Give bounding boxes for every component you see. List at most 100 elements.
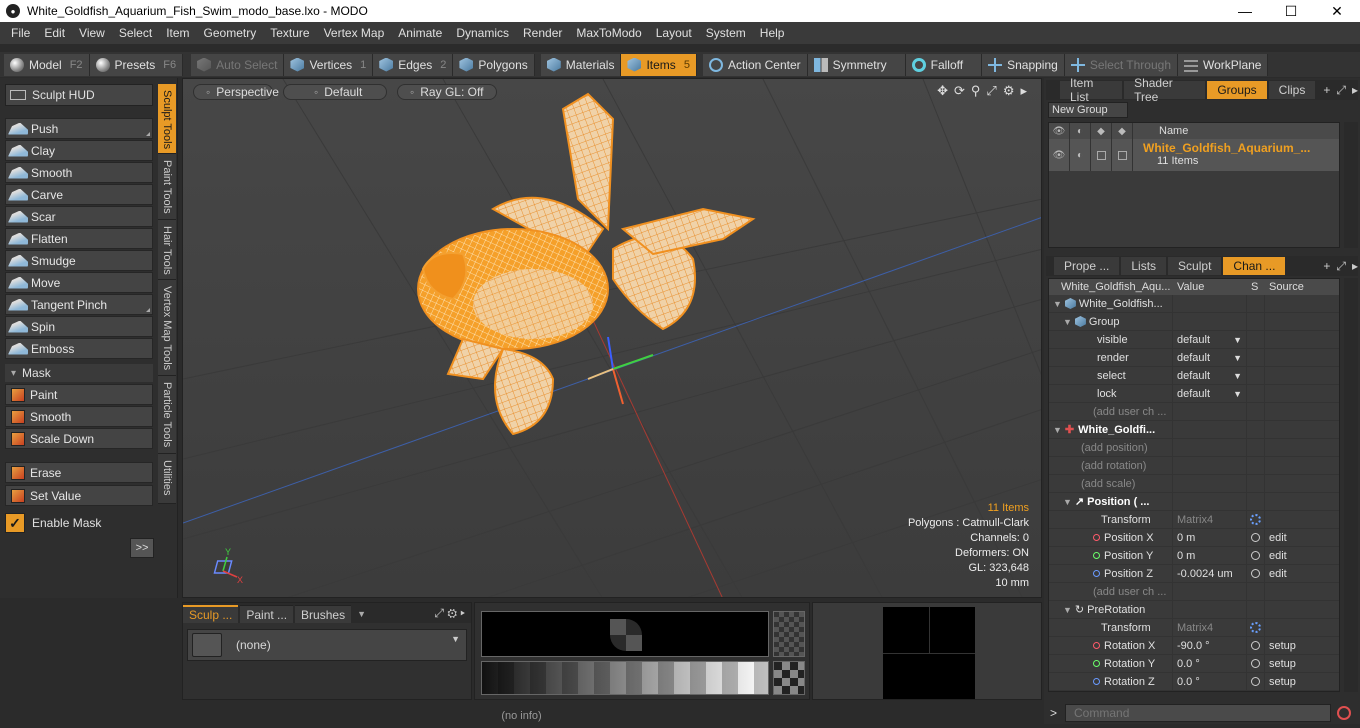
command-history-icon[interactable]	[1337, 706, 1352, 720]
mask-scale-down-button[interactable]: Scale Down	[5, 428, 153, 449]
tab-item-list[interactable]: Item List	[1060, 76, 1123, 104]
mask-smooth-button[interactable]: Smooth	[5, 406, 153, 427]
tool-smooth[interactable]: Smooth	[5, 162, 153, 183]
table-row[interactable]: Transform Matrix4	[1049, 510, 1339, 529]
maximize-button[interactable]: ☐	[1268, 0, 1314, 22]
falloff-button[interactable]: Falloff	[905, 53, 983, 76]
tool-push[interactable]: Push	[5, 118, 153, 139]
table-row[interactable]: render default ▼	[1049, 348, 1339, 367]
tool-scar[interactable]: Scar	[5, 206, 153, 227]
rotate-icon[interactable]: ⟳	[954, 83, 965, 99]
expand-channels-icon[interactable]: ⤢	[1336, 259, 1346, 274]
tab-lists[interactable]: Lists	[1121, 257, 1167, 275]
table-row[interactable]: lock default ▼	[1049, 384, 1339, 403]
falloff-gradient-preview[interactable]	[481, 661, 769, 695]
tool-move[interactable]: Move	[5, 272, 153, 293]
vtab-hair-tools[interactable]: Hair Tools	[158, 220, 176, 280]
table-row[interactable]: Rotation X -90.0 ° setup	[1049, 636, 1339, 655]
tab-clips[interactable]: Clips	[1268, 81, 1316, 99]
menu-edit[interactable]: Edit	[37, 22, 72, 44]
table-row[interactable]: (add rotation)	[1049, 456, 1339, 475]
group-row[interactable]: 👁 ◐ White_Goldfish_Aquarium_... 11 Items	[1049, 139, 1339, 171]
edges-button[interactable]: Edges 2	[373, 53, 454, 76]
maximize-viewport-icon[interactable]: ⤢	[986, 83, 996, 99]
tool-emboss[interactable]: Emboss	[5, 338, 153, 359]
close-button[interactable]: ✕	[1314, 0, 1360, 22]
table-row[interactable]: select default ▼	[1049, 366, 1339, 385]
raygl-toggle[interactable]: Ray GL: Off	[397, 84, 497, 100]
view-style-dropdown[interactable]: Default	[283, 84, 387, 100]
vtab-utilities[interactable]: Utilities	[158, 454, 176, 504]
table-row[interactable]: (add user ch ...	[1049, 402, 1339, 421]
table-row[interactable]: visible default ▼	[1049, 330, 1339, 349]
menu-animate[interactable]: Animate	[391, 22, 449, 44]
table-row[interactable]: ▼ ↗ Position ( ...	[1049, 492, 1339, 511]
symmetry-button[interactable]: Symmetry	[807, 53, 906, 76]
model-button[interactable]: Model F2	[4, 53, 90, 76]
menu-render[interactable]: Render	[516, 22, 569, 44]
vtab-sculpt-tools[interactable]: Sculpt Tools	[158, 84, 176, 154]
menu-vertex-map[interactable]: Vertex Map	[317, 22, 392, 44]
brush-panel-settings-icon[interactable]: ⤢ ⚙ ▸	[434, 606, 465, 621]
minimize-button[interactable]: —	[1222, 0, 1268, 22]
table-row[interactable]: ▼ Group	[1049, 312, 1339, 331]
table-row[interactable]: ▼ ✚ White_Goldfi...	[1049, 420, 1339, 439]
table-row[interactable]: (add user ch ...	[1049, 582, 1339, 601]
vtab-particle-tools[interactable]: Particle Tools	[158, 376, 176, 454]
viewport-settings-icon[interactable]: ⚙	[1003, 83, 1015, 99]
command-input[interactable]	[1065, 704, 1332, 722]
more-options-button[interactable]: >>	[130, 538, 154, 558]
erase-button[interactable]: Erase	[5, 462, 153, 483]
snapping-button[interactable]: Snapping	[982, 53, 1065, 76]
group-select-toggle[interactable]	[1112, 139, 1133, 171]
vertices-button[interactable]: Vertices 1	[284, 53, 374, 76]
tool-smudge[interactable]: Smudge	[5, 250, 153, 271]
tab-channels[interactable]: Chan ...	[1223, 257, 1286, 275]
menu-system[interactable]: System	[699, 22, 753, 44]
table-row[interactable]: Position X0 m edit	[1049, 528, 1339, 547]
tab-brushes[interactable]: Brushes	[295, 605, 352, 623]
tool-clay[interactable]: Clay	[5, 140, 153, 161]
vtab-vertex-map-tools[interactable]: Vertex Map Tools	[158, 280, 176, 376]
brush-preview[interactable]	[481, 611, 769, 657]
brush-preset-dropdown[interactable]: (none) ▼	[187, 629, 467, 661]
mask-section-header[interactable]: Mask	[5, 364, 153, 382]
materials-button[interactable]: Materials	[540, 53, 622, 76]
table-row[interactable]: Transform Matrix4	[1049, 618, 1339, 637]
tab-dropdown-icon[interactable]: ▼	[357, 609, 366, 619]
items-button[interactable]: Items 5	[621, 53, 697, 76]
auto-select-button[interactable]: Auto Select	[191, 53, 285, 76]
table-row[interactable]: Position Z -0.0024 um edit	[1049, 564, 1339, 583]
viewport-menu-arrow-icon[interactable]: ▸	[1020, 83, 1027, 99]
polygons-button[interactable]: Polygons	[453, 53, 535, 76]
table-row[interactable]: ▼ ↻ PreRotation	[1049, 600, 1339, 619]
tool-flatten[interactable]: Flatten	[5, 228, 153, 249]
vtab-paint-tools[interactable]: Paint Tools	[158, 154, 176, 220]
table-row[interactable]: Rotation Z 0.0 ° setup	[1049, 672, 1339, 691]
menu-texture[interactable]: Texture	[263, 22, 316, 44]
tab-sculpt-props[interactable]: Sculpt	[1168, 257, 1222, 275]
tab-groups[interactable]: Groups	[1207, 81, 1267, 99]
channels-menu-icon[interactable]: ▸	[1352, 259, 1358, 274]
add-tab-icon[interactable]: +	[1323, 83, 1330, 98]
tab-properties[interactable]: Prope ...	[1054, 257, 1120, 275]
stencil-preview[interactable]	[773, 611, 805, 657]
panel-menu-icon[interactable]: ▸	[1352, 83, 1358, 98]
group-render-icon[interactable]: ◐	[1070, 139, 1091, 171]
enable-mask-toggle[interactable]: ✓ Enable Mask	[5, 512, 153, 534]
table-row[interactable]: ▼ White_Goldfish...	[1049, 294, 1339, 313]
tool-spin[interactable]: Spin	[5, 316, 153, 337]
table-row[interactable]: Position Y0 m edit	[1049, 546, 1339, 565]
presets-button[interactable]: Presets F6	[89, 53, 184, 76]
tool-tangent-pinch[interactable]: Tangent Pinch	[5, 294, 153, 315]
group-lock-toggle[interactable]	[1091, 139, 1112, 171]
pattern-preview[interactable]	[773, 661, 805, 695]
group-visibility-eye-icon[interactable]: 👁	[1049, 139, 1070, 171]
mask-paint-button[interactable]: Paint	[5, 384, 153, 405]
tool-carve[interactable]: Carve	[5, 184, 153, 205]
view-type-dropdown[interactable]: Perspective	[193, 84, 279, 100]
menu-geometry[interactable]: Geometry	[197, 22, 264, 44]
new-group-button[interactable]: New Group	[1048, 102, 1128, 118]
menu-file[interactable]: File	[4, 22, 37, 44]
table-row[interactable]: (add position)	[1049, 438, 1339, 457]
